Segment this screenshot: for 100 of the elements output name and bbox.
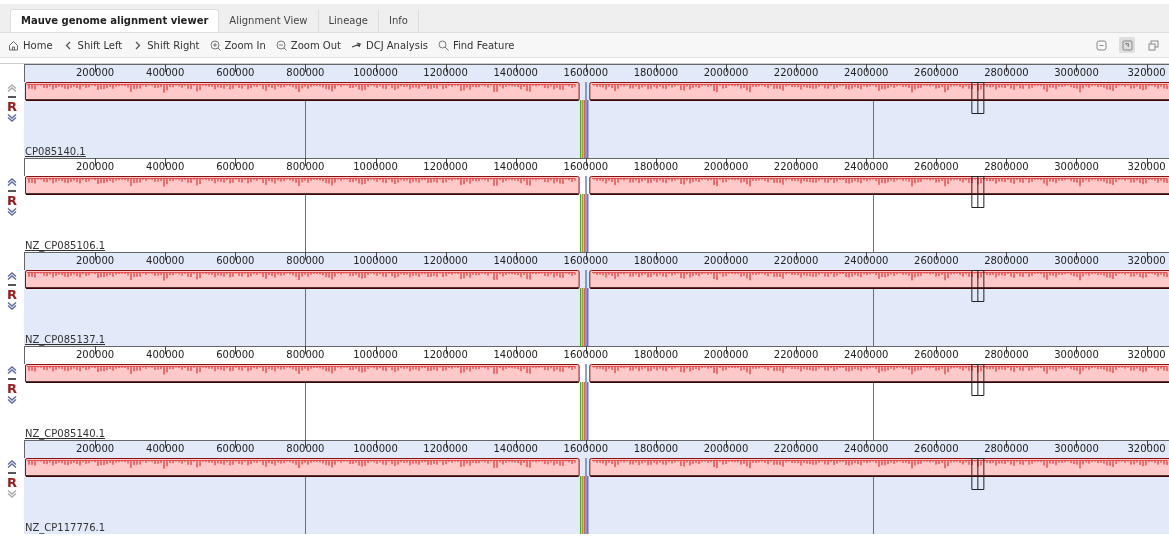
tick-label: 400000 [146,255,185,266]
tick-label: 1600000 [563,255,609,266]
tick-label: 400000 [146,161,185,172]
collapse-icon [1095,39,1107,51]
zoom-in-icon [209,39,221,51]
tab[interactable]: Lineage [318,10,379,32]
tick-label: 600000 [216,161,255,172]
toolbar-button[interactable]: Home [8,37,53,53]
move-up-icon[interactable] [7,178,17,186]
tick-label: 1600000 [563,349,609,360]
toolbar-button[interactable]: Zoom Out [275,37,341,53]
move-up-icon[interactable] [7,84,17,92]
genome-name[interactable]: CP085140.1 [25,146,86,158]
tick-label: 1600000 [563,443,609,454]
tick-label: 320000 [1127,349,1166,360]
tick-label: 2400000 [843,349,889,360]
tick-label: 200000 [76,67,115,78]
genome-name: NZ_CP117776.1 [25,522,106,534]
tick-label: 2200000 [773,161,819,172]
tick-label: 1800000 [633,67,679,78]
move-down-icon[interactable] [7,114,17,122]
tick-label: 3000000 [1054,161,1099,172]
genome-name[interactable]: NZ_CP085140.1 [25,428,106,440]
reverse-button[interactable]: R [7,476,17,489]
lcb-connector-line [873,476,874,534]
tick-label: 1000000 [353,349,398,360]
feature-marker [971,176,985,208]
tick-label: 3000000 [1054,349,1099,360]
tick-label: 3000000 [1054,67,1099,78]
tick-label: 2400000 [843,67,889,78]
tick-label: 600000 [216,349,255,360]
tick-label: 2800000 [984,255,1029,266]
move-up-icon[interactable] [7,272,17,280]
tab[interactable]: Info [379,10,419,32]
tick-label: 1800000 [633,349,679,360]
move-down-icon[interactable] [7,396,17,404]
tick-label: 1600000 [563,161,609,172]
reverse-button[interactable]: R [7,288,17,301]
tick-label: 1600000 [563,67,609,78]
tick-label: 2400000 [843,443,889,454]
tick-label: 600000 [216,67,255,78]
lcb-connector-line [305,382,306,440]
collapse-button[interactable] [1093,37,1109,53]
tick-label: 2000000 [703,161,749,172]
tick-label: 2600000 [914,443,959,454]
tick-label: 2000000 [703,443,749,454]
move-down-icon[interactable] [7,490,17,498]
feature-marker [971,270,985,302]
tick-label: 200000 [76,443,115,454]
genome-name[interactable]: NZ_CP085137.1 [25,334,106,346]
reverse-button[interactable]: R [7,194,17,207]
lcb-connector-line [873,194,874,252]
reverse-button[interactable]: R [7,382,17,395]
tab[interactable]: Alignment View [219,10,319,32]
fit-button[interactable] [1119,37,1135,53]
fit-icon [1121,39,1133,51]
lcb-connector-line [873,288,874,346]
tick-label: 400000 [146,349,185,360]
move-down-icon[interactable] [7,208,17,216]
tick-label: 3000000 [1054,443,1099,454]
search-icon [437,39,449,51]
tick-label: 1200000 [423,255,468,266]
toolbar-button[interactable]: Find Feature [437,37,515,53]
toolbar-button[interactable]: Shift Left [62,37,123,53]
tick-label: 200000 [76,349,115,360]
toolbar-button[interactable]: Shift Right [132,37,200,53]
tick-label: 2800000 [984,161,1029,172]
tick-label: 2800000 [984,67,1029,78]
tick-label: 1200000 [423,349,468,360]
tick-label: 1000000 [353,255,398,266]
feature-marker [971,364,985,396]
move-down-icon[interactable] [7,302,17,310]
tick-label: 1800000 [633,255,679,266]
tick-label: 3000000 [1054,255,1099,266]
feature-marker [971,82,985,114]
tick-label: 1400000 [493,443,538,454]
tick-label: 1400000 [493,255,538,266]
tab[interactable]: Mauve genome alignment viewer [10,9,220,32]
tick-label: 320000 [1127,255,1166,266]
tick-label: 320000 [1127,67,1166,78]
home-icon [8,39,19,51]
reverse-button[interactable]: R [7,100,17,113]
tick-label: 2800000 [984,443,1029,454]
windows-button[interactable] [1145,37,1161,53]
move-up-icon[interactable] [7,366,17,374]
move-up-icon[interactable] [7,460,17,468]
tick-label: 2400000 [843,255,889,266]
tick-label: 200000 [76,255,115,266]
tick-label: 2200000 [773,349,819,360]
tick-label: 1400000 [493,67,538,78]
genome-name[interactable]: NZ_CP085106.1 [25,240,106,252]
tick-label: 320000 [1127,161,1166,172]
tick-label: 2200000 [773,443,819,454]
tick-label: 2000000 [703,349,749,360]
tick-label: 2600000 [914,161,959,172]
tick-label: 1000000 [353,67,398,78]
tick-label: 2200000 [773,67,819,78]
toolbar-button[interactable]: DCJ Analysis [350,37,428,53]
tick-label: 800000 [286,349,325,360]
toolbar-button[interactable]: Zoom In [209,37,266,53]
